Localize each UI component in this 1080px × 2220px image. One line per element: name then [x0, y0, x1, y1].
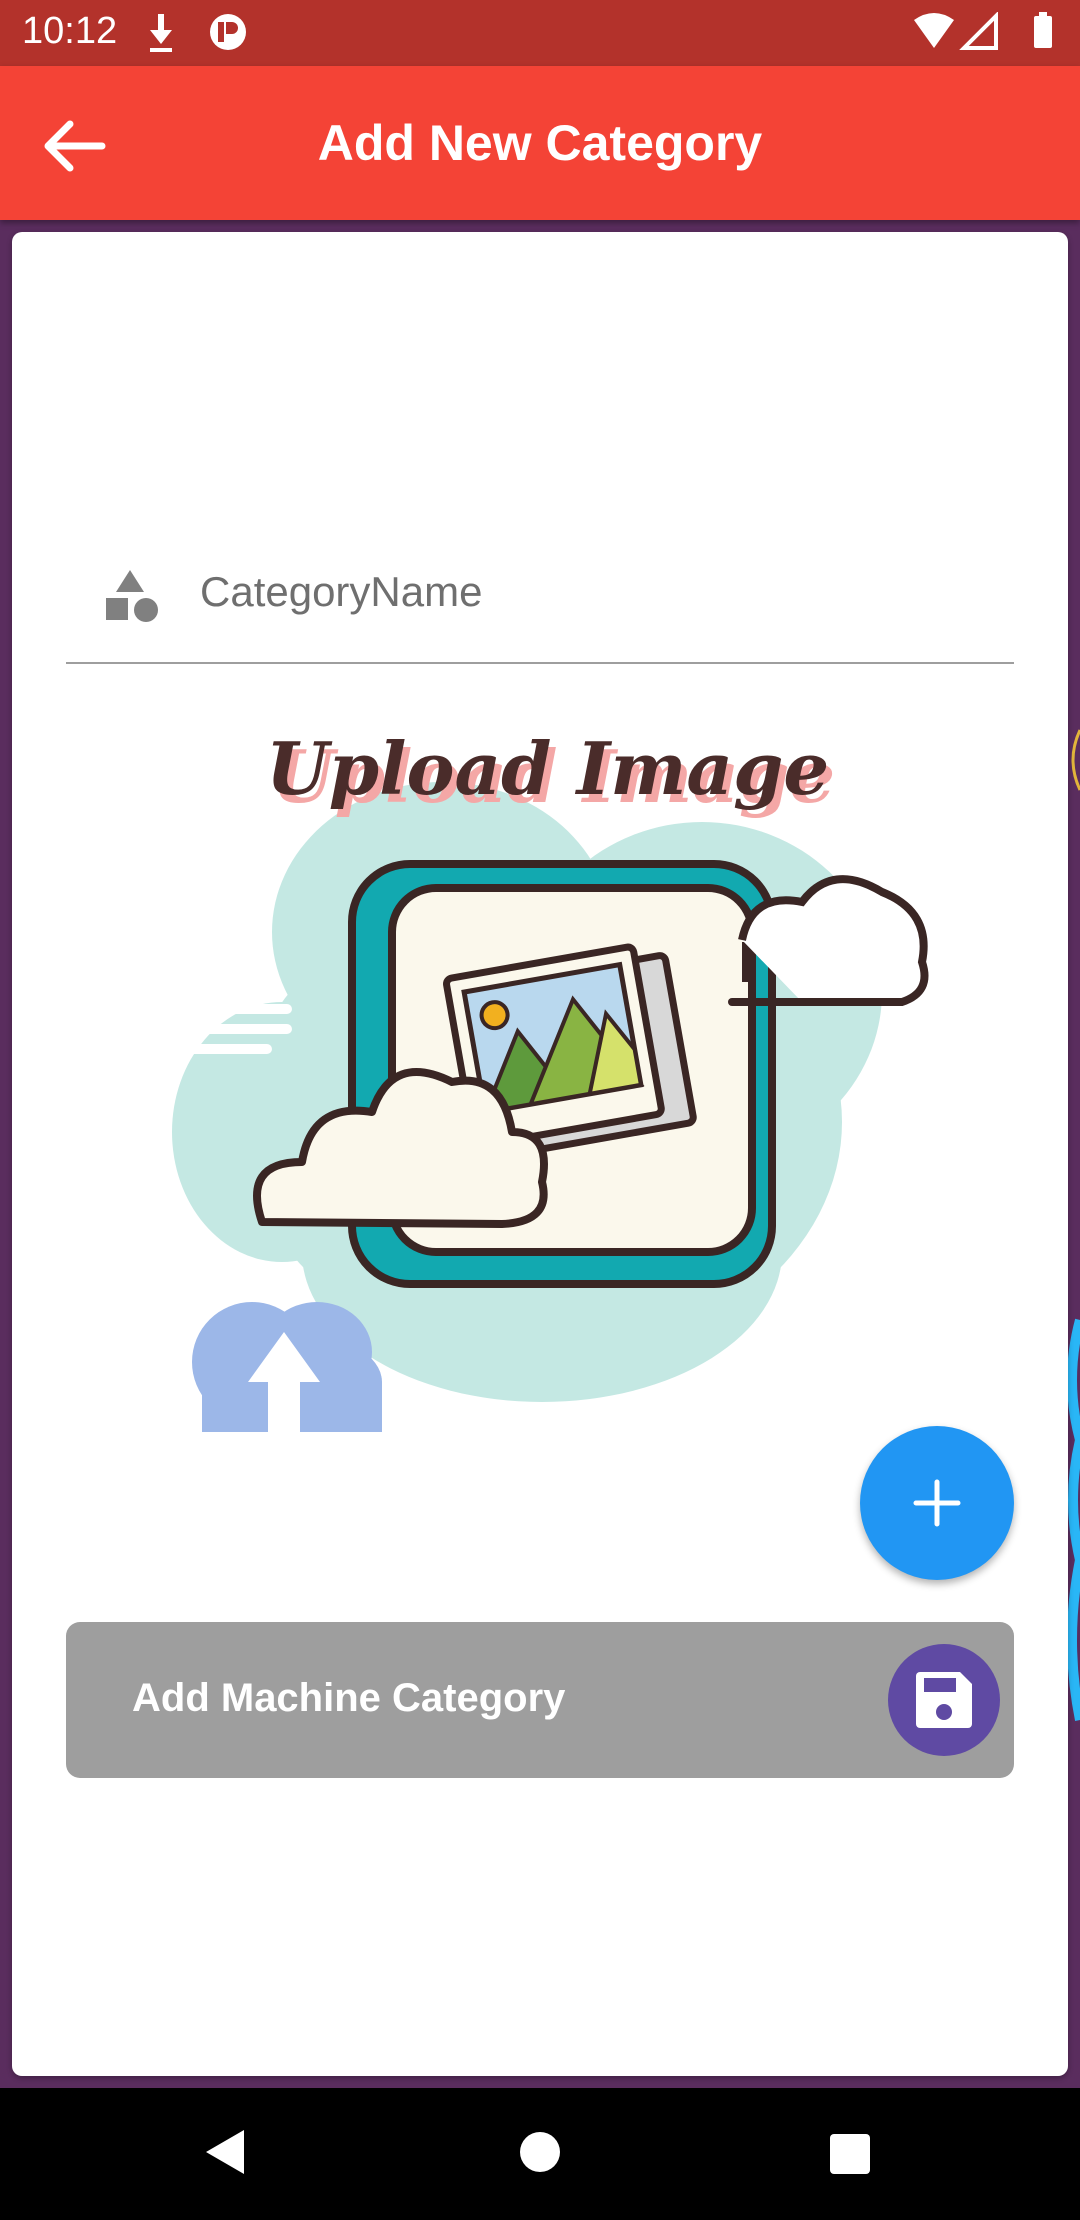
app-notification-icon: [210, 14, 246, 50]
save-icon-circle: [888, 1644, 1000, 1756]
download-icon: [150, 14, 172, 52]
plus-icon: [913, 1479, 961, 1527]
nav-back-icon[interactable]: [204, 2128, 248, 2176]
form-card: Upload Image Upload Image Add Machine Ca…: [12, 232, 1068, 2076]
status-time: 10:12: [22, 10, 118, 52]
upload-image-illustration: Upload Image Upload Image: [142, 726, 929, 1474]
wifi-icon: [914, 13, 954, 48]
status-bar: 10:12: [0, 0, 1080, 66]
upload-image-area[interactable]: Upload Image Upload Image: [142, 692, 942, 1474]
status-left-icons: [150, 12, 250, 61]
system-nav-bar: [0, 2088, 1080, 2220]
category-name-field: [66, 512, 1014, 664]
signal-icon: [959, 11, 998, 50]
add-machine-category-button[interactable]: Add Machine Category: [66, 1622, 1014, 1778]
upload-image-heading: Upload Image: [266, 726, 829, 811]
status-right-icons: [912, 11, 1062, 57]
category-name-input[interactable]: [200, 564, 980, 620]
add-image-fab[interactable]: [860, 1426, 1014, 1580]
submit-label: Add Machine Category: [132, 1676, 566, 1720]
nav-recents-icon[interactable]: [830, 2134, 870, 2174]
battery-icon: [1034, 16, 1052, 48]
save-icon: [916, 1672, 972, 1728]
page-title: Add New Category: [317, 115, 763, 171]
category-shapes-icon: [104, 570, 160, 631]
app-bar: Add New Category: [0, 66, 1080, 220]
nav-home-icon[interactable]: [520, 2132, 560, 2172]
